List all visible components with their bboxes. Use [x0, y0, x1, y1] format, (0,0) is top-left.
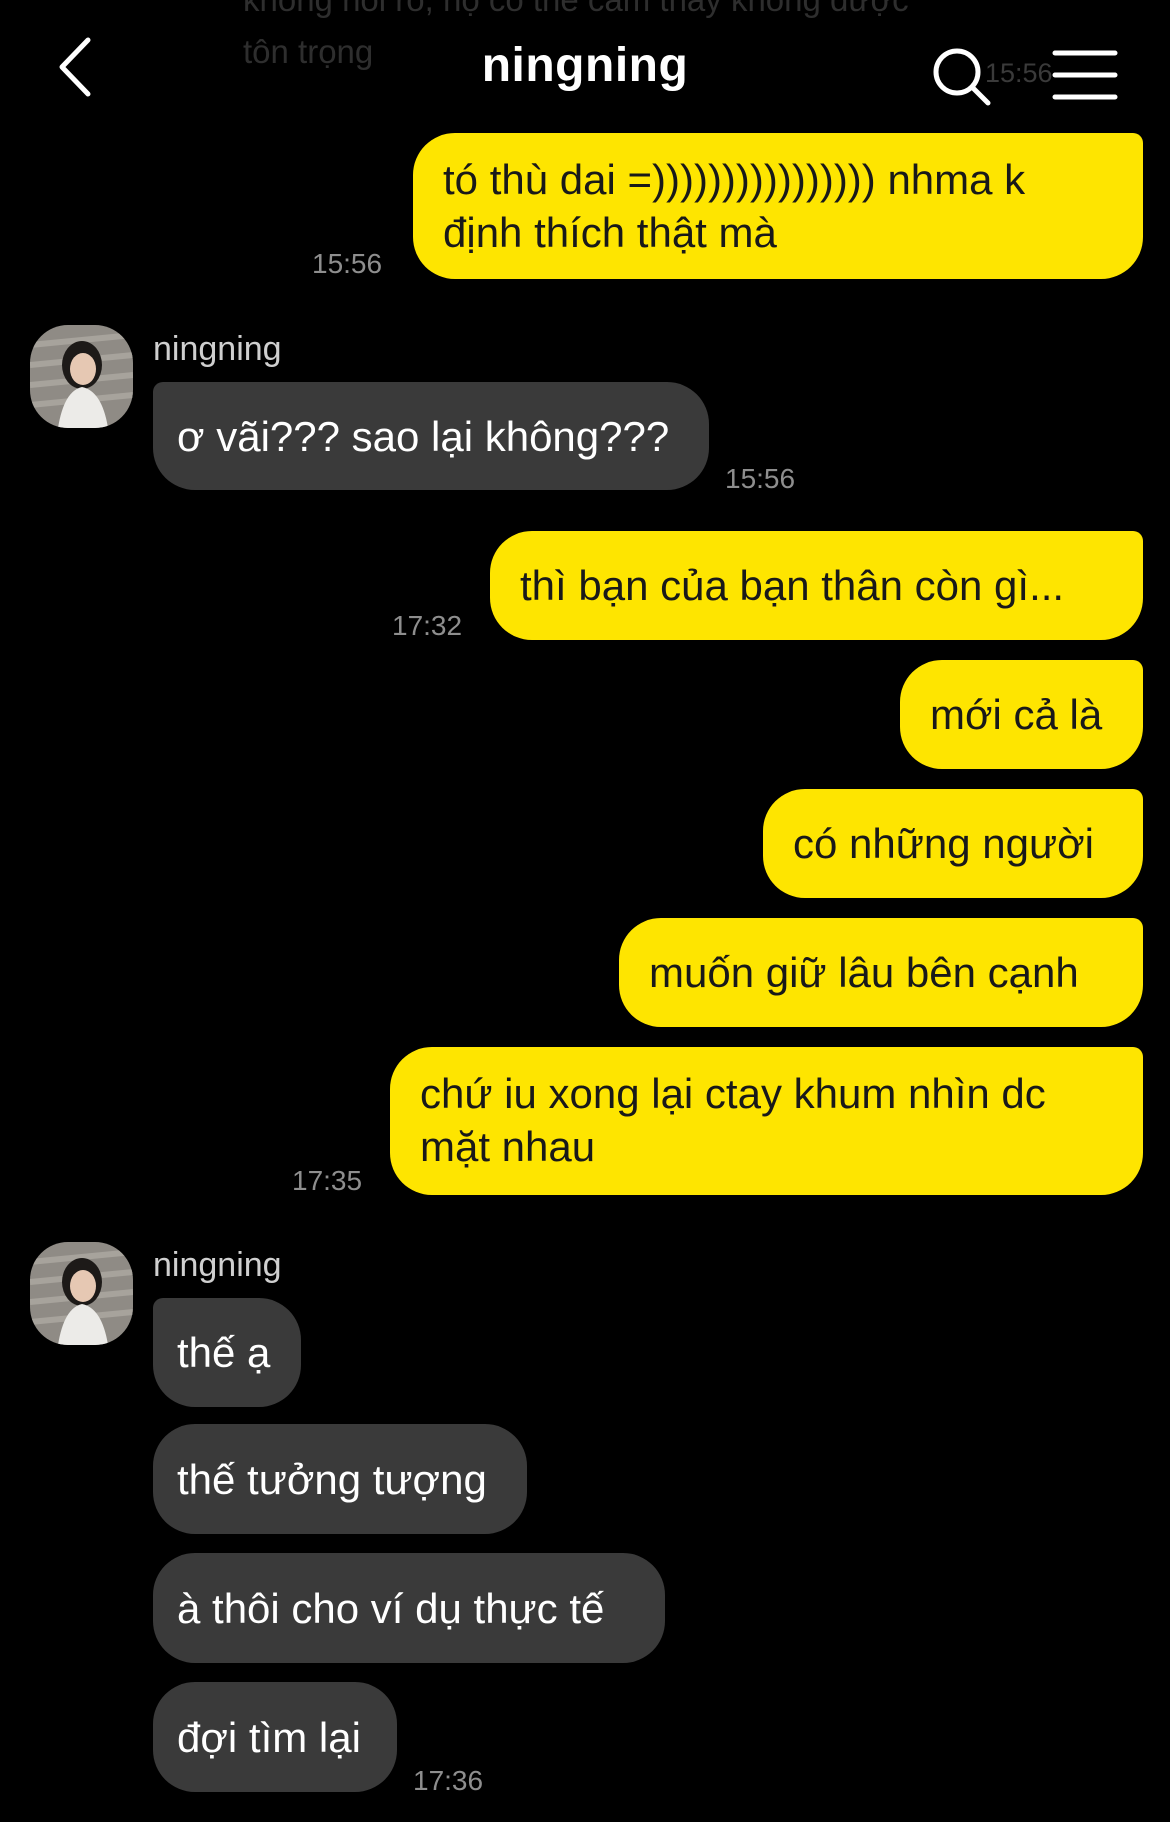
- search-icon: [933, 48, 991, 106]
- their-message-bubble[interactable]: thế ạ: [153, 1298, 301, 1407]
- profile-photo: [30, 325, 133, 428]
- search-button[interactable]: [930, 45, 995, 110]
- message-text: tó thù dai =)))))))))))))))) nhma k định…: [443, 156, 1026, 256]
- hamburger-menu-icon: [1052, 50, 1118, 100]
- message-text: có những người: [793, 820, 1094, 867]
- my-message-bubble[interactable]: muốn giữ lâu bên cạnh: [619, 918, 1143, 1027]
- their-message-bubble[interactable]: ơ vãi??? sao lại không???: [153, 382, 709, 490]
- message-text: ơ vãi??? sao lại không???: [177, 412, 670, 460]
- chat-header: ningning: [0, 0, 1170, 135]
- avatar[interactable]: [30, 325, 133, 428]
- message-time: 17:36: [413, 1765, 484, 1796]
- menu-button[interactable]: [1052, 48, 1118, 102]
- my-message-bubble[interactable]: thì bạn của bạn thân còn gì...: [490, 531, 1143, 640]
- my-message-bubble[interactable]: có những người: [763, 789, 1143, 898]
- message-text: chứ iu xong lại ctay khum nhìn dc mặt nh…: [420, 1070, 1046, 1170]
- their-message-bubble[interactable]: thế tưởng tượng: [153, 1424, 527, 1534]
- sender-name: ningning: [153, 1246, 282, 1284]
- my-message-bubble[interactable]: tó thù dai =)))))))))))))))) nhma k định…: [413, 133, 1143, 279]
- message-text: thế tưởng tượng: [177, 1455, 487, 1503]
- message-text: thì bạn của bạn thân còn gì...: [520, 562, 1065, 609]
- my-message-bubble[interactable]: chứ iu xong lại ctay khum nhìn dc mặt nh…: [390, 1047, 1143, 1195]
- avatar[interactable]: [30, 1242, 133, 1345]
- their-message-bubble[interactable]: đợi tìm lại: [153, 1682, 397, 1792]
- sender-name: ningning: [153, 330, 282, 368]
- message-time: 15:56: [725, 463, 796, 494]
- message-time: 17:35: [292, 1165, 363, 1196]
- message-text: mới cả là: [930, 691, 1103, 738]
- message-time: 15:56: [312, 248, 383, 279]
- my-message-bubble[interactable]: mới cả là: [900, 660, 1143, 769]
- message-text: thế ạ: [177, 1329, 271, 1376]
- their-message-bubble[interactable]: à thôi cho ví dụ thực tế: [153, 1553, 665, 1663]
- message-time: 17:32: [392, 610, 463, 641]
- message-text: à thôi cho ví dụ thực tế: [177, 1584, 605, 1632]
- profile-photo: [30, 1242, 133, 1345]
- message-text: muốn giữ lâu bên cạnh: [649, 949, 1079, 996]
- message-text: đợi tìm lại: [177, 1713, 361, 1761]
